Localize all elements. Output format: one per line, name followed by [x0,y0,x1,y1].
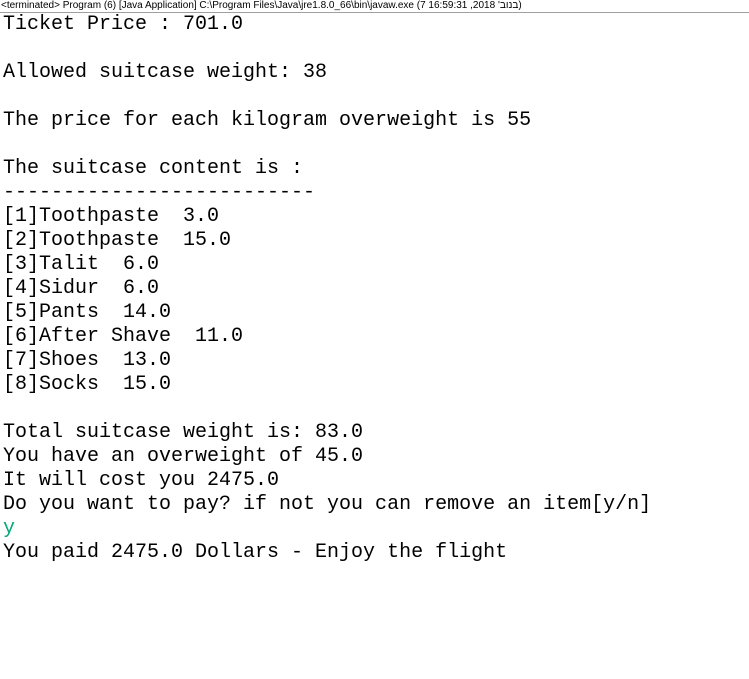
console-output-line: You have an overweight of 45.0 [3,445,364,468]
console-output-line: Allowed suitcase weight: 38 [3,61,328,84]
console-output-line: Do you want to pay? if not you can remov… [3,493,652,516]
console-output-line: It will cost you 2475.0 [3,469,280,492]
console-output-line: -------------------------- [3,181,316,204]
console-output-line: [1]Toothpaste 3.0 [3,205,220,228]
console-output-line: [8]Socks 15.0 [3,373,172,396]
console-output[interactable]: Ticket Price : 701.0 Allowed suitcase wei… [3,13,749,565]
console-output-line: [3]Talit 6.0 [3,253,160,276]
console-output-line: [2]Toothpaste 15.0 [3,229,232,252]
console-output-line: [5]Pants 14.0 [3,301,172,324]
console-header: <terminated> Program (6) [Java Applicati… [0,0,749,13]
console-output-line: [6]After Shave 11.0 [3,325,244,348]
console-input-line: y [3,517,16,540]
console-output-line: [7]Shoes 13.0 [3,349,172,372]
console-output-line: Total suitcase weight is: 83.0 [3,421,364,444]
console-output-line: You paid 2475.0 Dollars - Enjoy the flig… [3,541,508,564]
console-output-line: [4]Sidur 6.0 [3,277,160,300]
console-output-line: The suitcase content is : [3,157,304,180]
console-output-line: Ticket Price : 701.0 [3,13,244,36]
console-output-line: The price for each kilogram overweight i… [3,109,532,132]
